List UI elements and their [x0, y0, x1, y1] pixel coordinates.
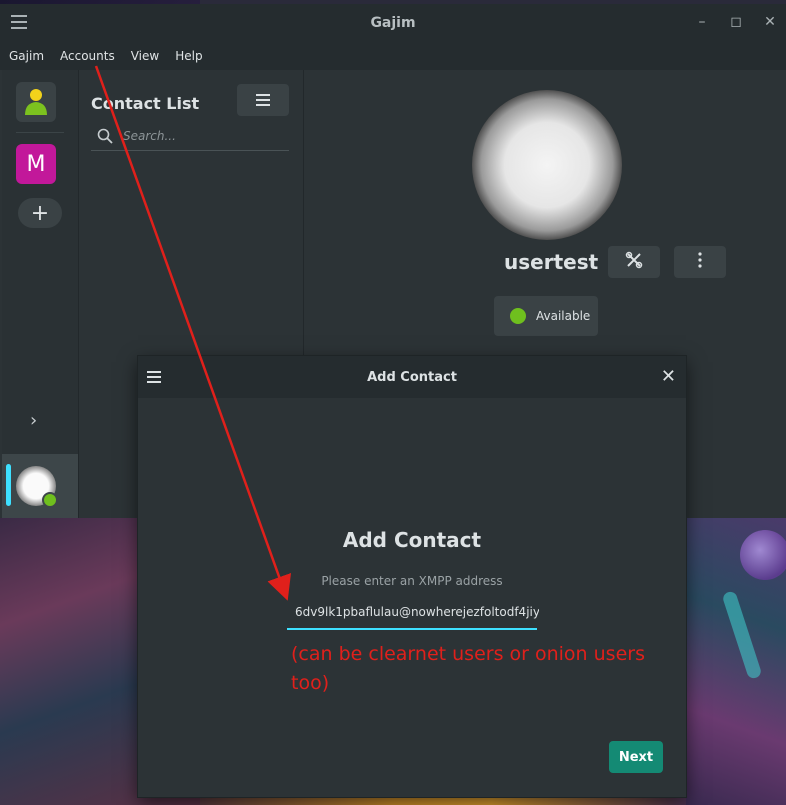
- minimize-button[interactable]: –: [692, 12, 712, 32]
- dialog-menu-icon[interactable]: [147, 371, 161, 386]
- self-account-row[interactable]: [2, 454, 78, 518]
- dialog-heading: Add Contact: [342, 528, 482, 552]
- menu-accounts[interactable]: Accounts: [51, 49, 122, 63]
- dialog-prompt: Please enter an XMPP address: [321, 574, 503, 588]
- contact-list-title: Contact List: [91, 94, 200, 113]
- add-account-button[interactable]: +: [18, 198, 62, 228]
- dialog-close-button[interactable]: ✕: [661, 366, 676, 387]
- add-contact-dialog: Add Contact ✕ Add Contact Please enter a…: [138, 356, 686, 797]
- sidebar-separator: [16, 132, 64, 133]
- online-status-icon: [42, 492, 58, 508]
- menu-help[interactable]: Help: [166, 49, 209, 63]
- selected-indicator: [6, 464, 11, 506]
- available-status-icon: [510, 308, 526, 324]
- search-icon: [97, 128, 113, 144]
- menu-bar: Gajim Accounts View Help: [0, 42, 786, 70]
- tools-icon: [625, 251, 643, 273]
- title-bar: Gajim – ◻ ✕: [0, 4, 786, 42]
- address-field: [287, 600, 539, 630]
- window-title: Gajim: [370, 15, 416, 31]
- profile-avatar: [472, 90, 622, 240]
- dialog-header: Add Contact ✕: [138, 356, 686, 398]
- chevron-right-icon[interactable]: ›: [30, 410, 37, 431]
- close-button[interactable]: ✕: [760, 12, 780, 32]
- more-options-button[interactable]: [674, 246, 726, 278]
- wallpaper-orb: [740, 530, 786, 580]
- vertical-dots-icon: [697, 252, 703, 272]
- account-m-button[interactable]: M: [16, 144, 56, 184]
- annotation-note: (can be clearnet users or onion users to…: [291, 643, 645, 694]
- search-box: [91, 122, 289, 151]
- menu-gajim[interactable]: Gajim: [0, 49, 51, 63]
- gajim-logo-icon[interactable]: [16, 82, 56, 122]
- status-selector-button[interactable]: Available: [494, 296, 598, 336]
- next-button[interactable]: Next: [609, 741, 663, 773]
- maximize-button[interactable]: ◻: [726, 12, 746, 32]
- contact-list-menu-button[interactable]: [237, 84, 289, 116]
- window-menu-icon[interactable]: [11, 15, 27, 29]
- status-label: Available: [536, 309, 591, 323]
- account-settings-button[interactable]: [608, 246, 660, 278]
- search-input[interactable]: [121, 128, 285, 144]
- profile-username: usertest: [504, 250, 599, 274]
- dialog-title: Add Contact: [367, 369, 457, 385]
- menu-view[interactable]: View: [122, 49, 166, 63]
- account-sidebar: M + ›: [2, 70, 79, 518]
- xmpp-address-input[interactable]: [287, 600, 539, 624]
